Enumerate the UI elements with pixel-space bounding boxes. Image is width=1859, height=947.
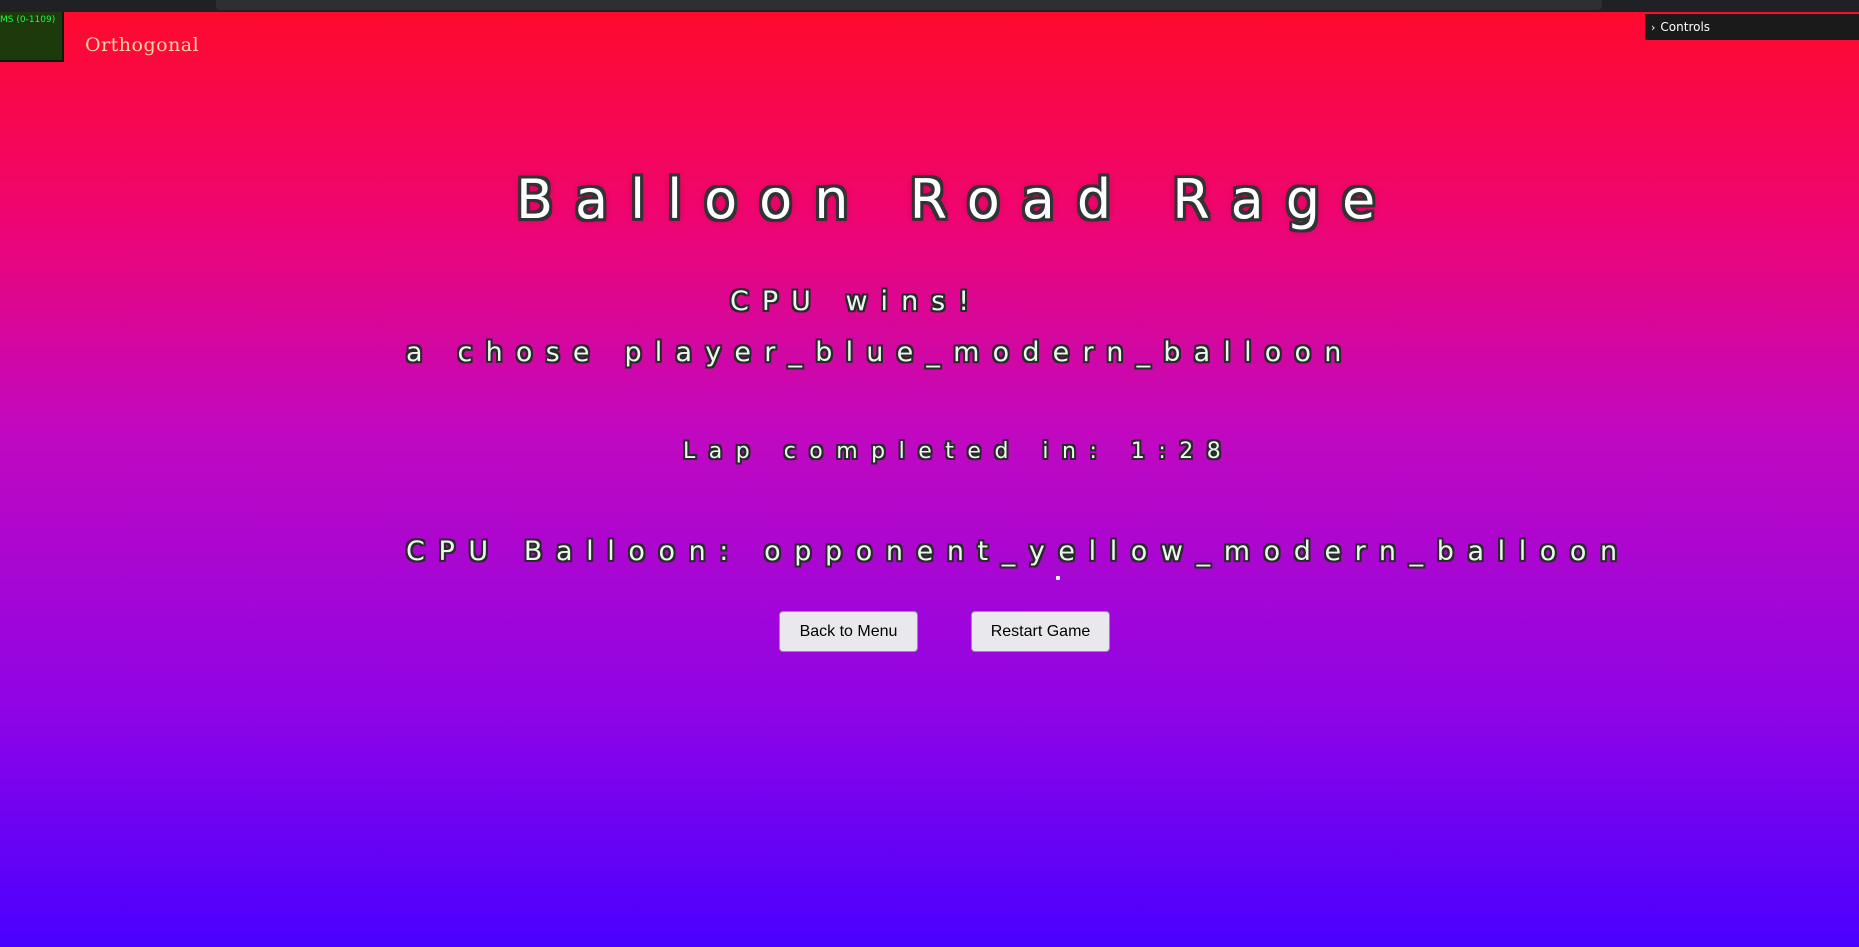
lap-time-text: Lap completed in: 1:28 [683,439,1235,464]
controls-label: Controls [1660,20,1711,34]
cursor-dot [1056,576,1060,580]
back-to-menu-button[interactable]: Back to Menu [779,611,918,652]
restart-game-button[interactable]: Restart Game [971,611,1110,652]
cpu-balloon-text: CPU Balloon: opponent_yellow_modern_ball… [406,536,1631,567]
player-choice-text: a chose player_blue_modern_balloon [406,337,1355,368]
winner-text: CPU wins! [730,286,983,317]
chevron-right-icon: › [1651,20,1656,34]
stats-label: MS (0-1109) [0,15,56,25]
game-over-screen: MS (0-1109) Orthogonal › Controls Balloo… [0,0,1859,947]
controls-panel-toggle[interactable]: › Controls [1645,14,1859,40]
stats-panel[interactable]: MS (0-1109) [0,12,64,62]
game-title: Balloon Road Rage [516,168,1398,231]
address-bar[interactable] [216,0,1602,10]
camera-mode-label: Orthogonal [85,34,200,56]
browser-toolbar [0,0,1859,12]
